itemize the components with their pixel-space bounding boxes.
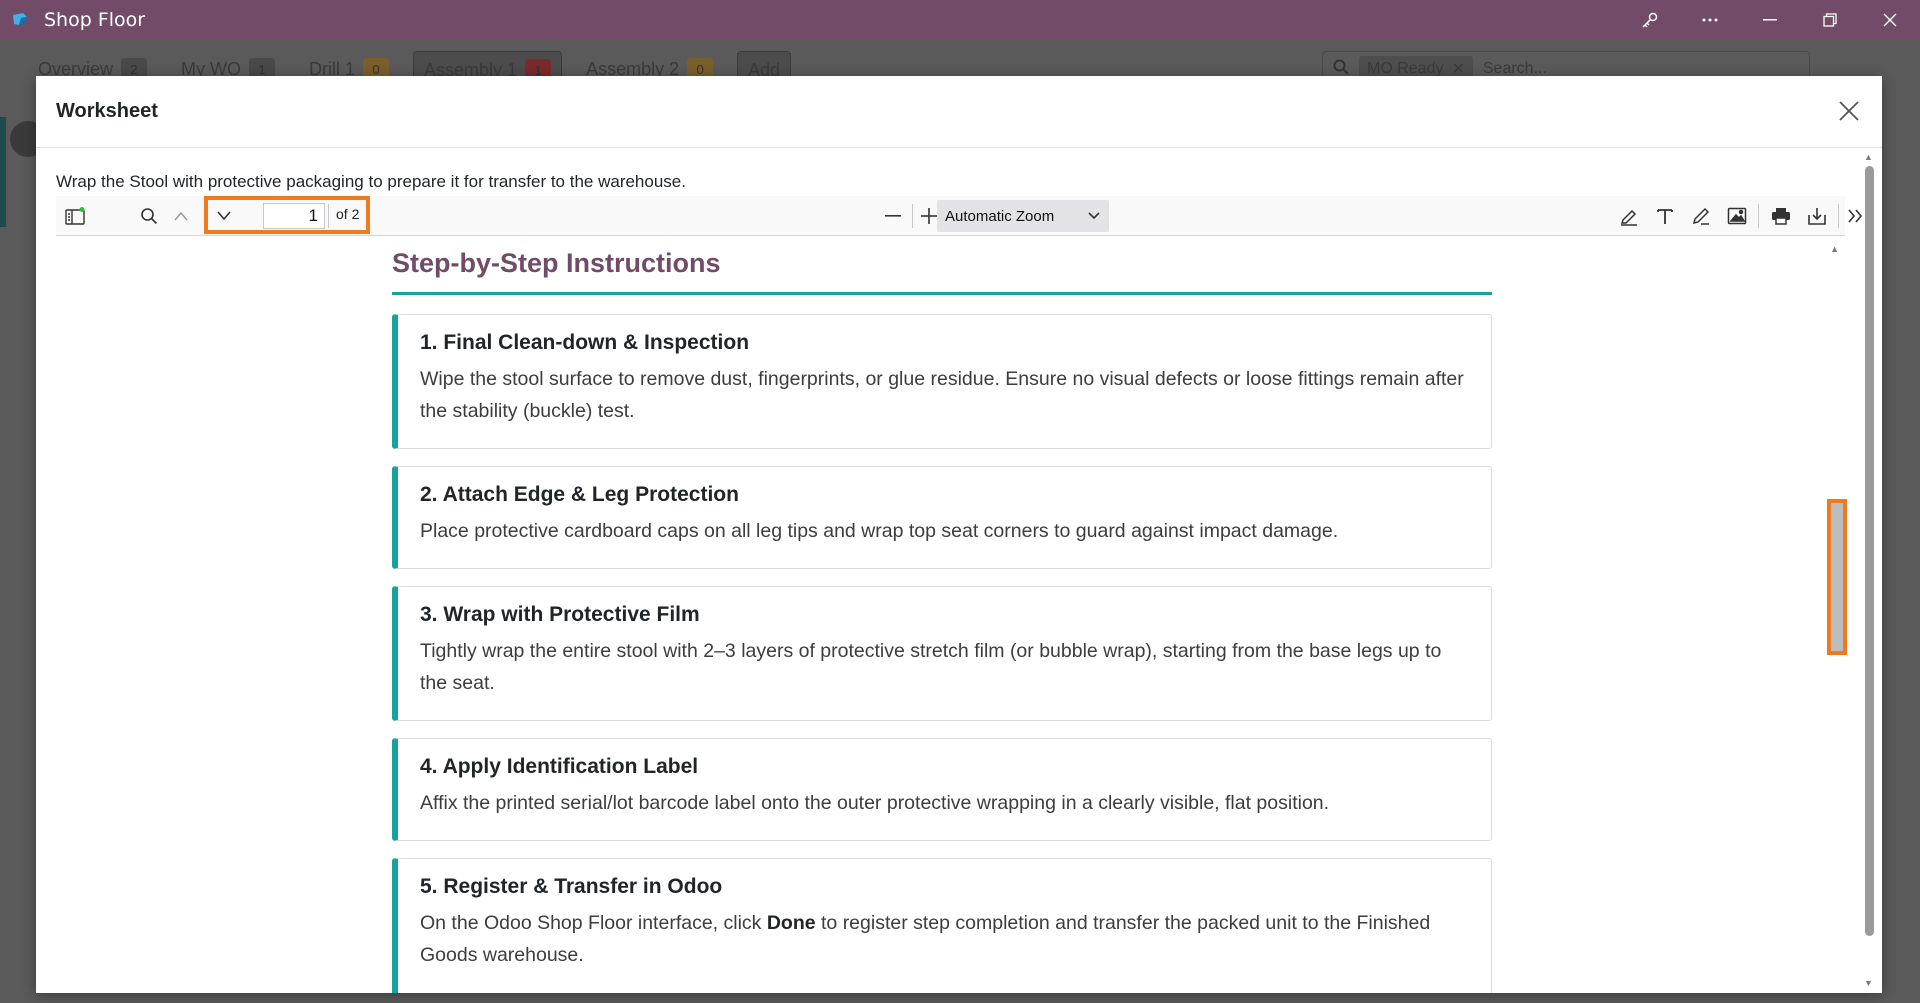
more-icon[interactable] [1680, 0, 1740, 39]
step-description: On the Odoo Shop Floor interface, click … [420, 907, 1469, 971]
chevron-down-icon [1087, 208, 1101, 226]
download-icon[interactable] [1802, 201, 1832, 231]
step-card: 2. Attach Edge & Leg Protection Place pr… [392, 466, 1492, 569]
dialog-close-button[interactable] [1834, 96, 1864, 126]
close-icon[interactable] [1860, 0, 1920, 39]
done-keyword: Done [766, 912, 816, 934]
scroll-up-icon[interactable]: ▲ [1830, 244, 1839, 254]
step-description: Affix the printed serial/lot barcode lab… [420, 792, 1330, 814]
step-card: 5. Register & Transfer in Odoo On the Od… [392, 858, 1492, 993]
heading-divider [392, 292, 1492, 295]
step-title: 5. Register & Transfer in Odoo [420, 875, 723, 898]
left-accent [0, 117, 6, 227]
step-title: 4. Apply Identification Label [420, 755, 699, 778]
print-icon[interactable] [1766, 201, 1796, 231]
step-text: On the Odoo Shop Floor interface, click [420, 912, 767, 934]
restore-icon[interactable] [1800, 0, 1860, 39]
pdf-scrollbar-thumb[interactable] [1827, 499, 1847, 655]
next-page-icon[interactable] [209, 201, 239, 231]
text-icon[interactable] [1650, 201, 1680, 231]
step-title: 2. Attach Edge & Leg Protection [420, 483, 739, 506]
step-card: 3. Wrap with Protective Film Tightly wra… [392, 586, 1492, 721]
window-titlebar: Shop Floor [0, 0, 1920, 39]
scroll-down-icon[interactable]: ▼ [1864, 978, 1873, 988]
highlight-icon[interactable] [1614, 201, 1644, 231]
worksheet-dialog: Worksheet Wrap the Stool with protective… [36, 76, 1882, 993]
pdf-toolbar: 1 of 2 Automatic Zoom [56, 196, 1863, 236]
scroll-up-icon[interactable]: ▲ [1864, 152, 1873, 162]
search-icon[interactable] [134, 201, 164, 231]
dialog-scrollbar[interactable]: ▲ ▼ [1862, 152, 1876, 988]
minimize-icon[interactable] [1740, 0, 1800, 39]
step-card: 1. Final Clean-down & Inspection Wipe th… [392, 314, 1492, 449]
document-heading: Step-by-Step Instructions [392, 248, 721, 278]
dialog-header: Worksheet [36, 76, 1882, 148]
step-description: Place protective cardboard caps on all l… [420, 520, 1339, 542]
window-title: Shop Floor [44, 8, 146, 31]
key-icon[interactable] [1620, 0, 1680, 39]
step-description: Tightly wrap the entire stool with 2–3 l… [420, 640, 1442, 694]
divider [1758, 204, 1759, 228]
step-description: Wipe the stool surface to remove dust, f… [420, 368, 1464, 422]
dialog-scrollbar-thumb[interactable] [1865, 166, 1874, 936]
draw-icon[interactable] [1686, 201, 1716, 231]
dialog-title: Worksheet [56, 100, 158, 122]
worksheet-description: Wrap the Stool with protective packaging… [56, 172, 686, 191]
step-title: 1. Final Clean-down & Inspection [420, 331, 750, 354]
zoom-select-label: Automatic Zoom [945, 207, 1055, 225]
zoom-out-icon[interactable] [878, 201, 908, 231]
step-title: 3. Wrap with Protective Film [420, 603, 700, 626]
previous-page-icon[interactable] [166, 201, 196, 231]
odoo-app-icon [10, 10, 30, 30]
divider [912, 204, 913, 228]
image-icon[interactable] [1722, 201, 1752, 231]
step-card: 4. Apply Identification Label Affix the … [392, 738, 1492, 841]
zoom-select[interactable]: Automatic Zoom [937, 200, 1109, 232]
divider [328, 204, 329, 228]
pdf-viewport[interactable]: Step-by-Step Instructions 1. Final Clean… [56, 236, 1845, 993]
divider [1838, 204, 1839, 228]
page-number-input[interactable]: 1 [263, 203, 325, 229]
sidebar-toggle-icon[interactable] [60, 201, 90, 231]
page-count-label: of 2 [336, 206, 360, 222]
